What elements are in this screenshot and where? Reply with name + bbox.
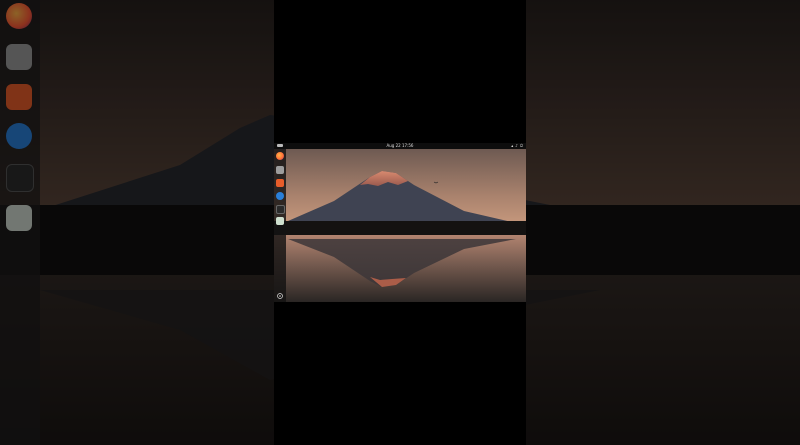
trash-icon [6, 205, 32, 231]
volume-icon[interactable]: ♪ [515, 143, 518, 149]
help-icon [6, 123, 32, 149]
wallpaper [274, 149, 526, 302]
software-icon[interactable] [276, 179, 284, 187]
help-icon[interactable] [276, 192, 284, 200]
files-icon[interactable] [276, 166, 284, 174]
dock [274, 149, 286, 302]
network-icon[interactable]: ▴ [511, 143, 513, 149]
firefox-icon [6, 3, 32, 29]
terminal-icon[interactable] [276, 205, 285, 214]
top-bar: Aug 22 17:56 ▴ ♪ ⏻ [274, 143, 526, 149]
activities-button[interactable] [277, 144, 283, 147]
desktop-screen: Aug 22 17:56 ▴ ♪ ⏻ [274, 143, 526, 302]
terminal-icon [6, 164, 34, 192]
background-dock [0, 0, 40, 445]
software-icon [6, 84, 32, 110]
firefox-icon[interactable] [276, 152, 284, 160]
files-icon [6, 44, 32, 70]
clock[interactable]: Aug 22 17:56 [387, 143, 414, 149]
system-tray[interactable]: ▴ ♪ ⏻ [511, 143, 523, 149]
app-grid-icon[interactable] [277, 293, 283, 299]
power-icon[interactable]: ⏻ [520, 143, 523, 149]
trash-icon[interactable] [276, 217, 284, 225]
